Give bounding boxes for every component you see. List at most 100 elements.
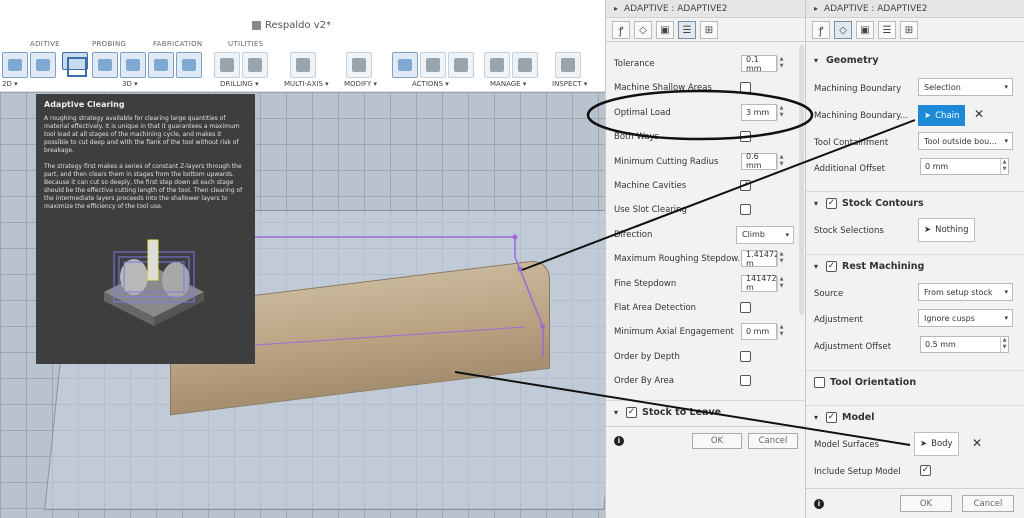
stepper-icon[interactable]: ▲ ▼: [777, 153, 785, 169]
chevron-down-icon[interactable]: ▾: [814, 413, 818, 422]
direction-select[interactable]: Climb ▾: [736, 225, 794, 244]
multi-axis-icon[interactable]: [290, 52, 316, 78]
stepper-icon[interactable]: ▲ ▼: [777, 251, 785, 267]
tab-tool-icon[interactable]: ꝭ: [612, 21, 630, 39]
cursor-icon: ➤: [924, 225, 932, 235]
tab-heights-icon[interactable]: ▣: [856, 21, 874, 39]
machine-shallow-areas-checkbox[interactable]: [740, 82, 751, 94]
source-select[interactable]: From setup stock ▾: [918, 283, 1013, 301]
tab-heights-icon[interactable]: ▣: [656, 21, 674, 39]
adjustment-offset-input[interactable]: 0.5 mm ▲ ▼: [920, 336, 1009, 353]
pocket-clearing-icon[interactable]: [92, 52, 118, 78]
collapse-icon[interactable]: ▸: [614, 4, 618, 13]
order-by-depth-checkbox[interactable]: [740, 350, 751, 362]
tool-orientation-section[interactable]: Tool Orientation: [806, 370, 1024, 394]
ok-button[interactable]: OK: [692, 433, 742, 449]
chevron-down-icon[interactable]: ▾: [614, 408, 618, 417]
panel-title: ADAPTIVE : ADAPTIVE2: [824, 3, 928, 14]
info-icon[interactable]: i: [814, 499, 824, 509]
model-section[interactable]: ▾ ✓ Model: [806, 405, 1024, 429]
manage-icon[interactable]: [512, 52, 538, 78]
scallop-icon[interactable]: [176, 52, 202, 78]
include-setup-model-checkbox[interactable]: ✓: [920, 465, 931, 476]
drilling-menu[interactable]: DRILLING ▾: [220, 80, 259, 88]
post-process-icon[interactable]: [420, 52, 446, 78]
tab-geometry-icon[interactable]: ◇: [634, 21, 652, 39]
section-label-probing: PROBING: [92, 40, 127, 48]
manage-menu[interactable]: MANAGE ▾: [490, 80, 526, 88]
tolerance-input[interactable]: 0.1 mm ▲ ▼: [741, 55, 783, 73]
tab-linking-icon[interactable]: ⊞: [700, 21, 718, 39]
inspect-menu[interactable]: INSPECT ▾: [552, 80, 587, 88]
rest-machining-checkbox[interactable]: ✓: [826, 261, 837, 272]
stock-contours-section[interactable]: ▾ ✓ Stock Contours: [806, 191, 1024, 215]
model-checkbox[interactable]: ✓: [826, 412, 837, 423]
optimal-load-input[interactable]: 3 mm ▲ ▼: [741, 103, 783, 121]
tab-tool-icon[interactable]: ꝭ: [812, 21, 830, 39]
simulate-icon[interactable]: [392, 52, 418, 78]
minimum-cutting-radius-input[interactable]: 0.6 mm ▲ ▼: [741, 152, 783, 170]
clear-selection-icon[interactable]: ✕: [972, 436, 982, 450]
contour-icon[interactable]: [148, 52, 174, 78]
stepper-icon[interactable]: ▲ ▼: [777, 324, 785, 340]
use-slot-clearing-checkbox[interactable]: [740, 204, 751, 216]
parallel-icon[interactable]: [120, 52, 146, 78]
tab-geometry-icon[interactable]: ◇: [834, 21, 852, 39]
cancel-button[interactable]: Cancel: [962, 495, 1014, 512]
both-ways-checkbox[interactable]: [740, 131, 751, 143]
info-icon[interactable]: i: [614, 436, 624, 446]
multi-axis-menu[interactable]: MULTI-AXIS ▾: [284, 80, 329, 88]
2d-face-icon[interactable]: [30, 52, 56, 78]
cancel-button[interactable]: Cancel: [748, 433, 798, 449]
stepper-icon[interactable]: ▲ ▼: [777, 104, 785, 120]
tool-orientation-checkbox[interactable]: [814, 377, 825, 388]
chevron-down-icon[interactable]: ▾: [814, 56, 818, 65]
tab-linking-icon[interactable]: ⊞: [900, 21, 918, 39]
collapse-icon[interactable]: ▸: [814, 4, 818, 13]
chain-selection-button[interactable]: ➤ Chain: [918, 105, 966, 126]
hole-recognition-icon[interactable]: [242, 52, 268, 78]
stock-contours-checkbox[interactable]: ✓: [826, 198, 837, 209]
stock-selections-label: Stock Selections: [814, 226, 884, 236]
adaptive-clearing-button[interactable]: [62, 52, 88, 77]
modify-icon[interactable]: [346, 52, 372, 78]
3d-menu[interactable]: 3D ▾: [122, 80, 138, 88]
stepper-icon[interactable]: ▲ ▼: [777, 56, 785, 71]
fine-stepdown-input[interactable]: 141472 m ▲ ▼: [741, 274, 783, 292]
stock-selection-button[interactable]: ➤ Nothing: [918, 218, 975, 242]
rest-machining-section[interactable]: ▾ ✓ Rest Machining: [806, 254, 1024, 278]
tool-containment-select[interactable]: Tool outside bou... ▾: [918, 132, 1013, 150]
tool-library-icon[interactable]: [484, 52, 510, 78]
tab-passes-icon[interactable]: ☰: [678, 21, 696, 39]
order-by-area-checkbox[interactable]: [740, 375, 751, 387]
stock-to-leave-checkbox[interactable]: ✓: [626, 407, 637, 418]
chevron-down-icon: ▾: [1004, 288, 1008, 296]
drill-icon[interactable]: [214, 52, 240, 78]
clear-selection-icon[interactable]: ✕: [974, 107, 984, 121]
chevron-down-icon[interactable]: ▾: [814, 262, 818, 271]
stepper-icon[interactable]: ▲ ▼: [1000, 159, 1008, 174]
minimum-axial-engagement-input[interactable]: 0 mm ▲ ▼: [741, 323, 783, 341]
operation-tabs: ꝭ ◇ ▣ ☰ ⊞: [806, 18, 1024, 42]
stock-to-leave-section[interactable]: ▾ ✓ Stock to Leave: [606, 400, 805, 424]
scrollbar[interactable]: [799, 45, 804, 315]
measure-icon[interactable]: [555, 52, 581, 78]
2d-menu[interactable]: 2D ▾: [2, 80, 18, 88]
additional-offset-input[interactable]: 0 mm ▲ ▼: [920, 158, 1009, 175]
geometry-section[interactable]: ▾ Geometry: [806, 48, 1024, 72]
tab-passes-icon[interactable]: ☰: [878, 21, 896, 39]
stepper-icon[interactable]: ▲ ▼: [777, 275, 785, 291]
setup-sheet-icon[interactable]: [448, 52, 474, 78]
2d-pocket-icon[interactable]: [2, 52, 28, 78]
machining-boundary-select[interactable]: Selection ▾: [918, 78, 1013, 96]
model-surfaces-button[interactable]: ➤ Body: [914, 432, 959, 456]
actions-menu[interactable]: ACTIONS ▾: [412, 80, 449, 88]
ok-button[interactable]: OK: [900, 495, 952, 512]
flat-area-detection-checkbox[interactable]: [740, 302, 751, 313]
adjustment-select[interactable]: Ignore cusps ▾: [918, 309, 1013, 327]
machine-cavities-checkbox[interactable]: ✓: [740, 180, 751, 191]
modify-menu[interactable]: MODIFY ▾: [344, 80, 377, 88]
chevron-down-icon[interactable]: ▾: [814, 199, 818, 208]
stepper-icon[interactable]: ▲ ▼: [1000, 337, 1008, 352]
maximum-roughing-stepdow-input[interactable]: 1.41472 m ▲ ▼: [741, 250, 783, 268]
